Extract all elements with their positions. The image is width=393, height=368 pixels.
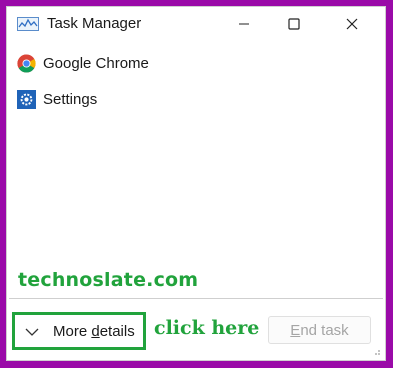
watermark-text: technoslate.com	[18, 269, 199, 291]
end-task-label: End task	[290, 321, 349, 339]
settings-gear-icon	[17, 89, 36, 109]
more-details-label: More details	[53, 323, 135, 340]
process-list: Google Chrome Settings	[7, 45, 385, 117]
task-manager-window: Task Manager Google Chrome Settings tech…	[6, 6, 386, 361]
title-bar[interactable]: Task Manager	[7, 7, 385, 41]
chevron-down-icon	[25, 328, 39, 336]
footer-divider	[9, 298, 383, 299]
more-details-button[interactable]: More details	[12, 312, 146, 350]
end-task-button[interactable]: End task	[268, 316, 371, 344]
screenshot-frame: Task Manager Google Chrome Settings tech…	[0, 0, 393, 368]
maximize-icon	[288, 18, 300, 30]
close-icon	[346, 18, 358, 30]
task-manager-graph-icon	[17, 17, 39, 31]
process-label: Settings	[43, 90, 98, 108]
minimize-icon	[239, 23, 249, 25]
close-button[interactable]	[329, 7, 375, 41]
maximize-button[interactable]	[271, 7, 317, 41]
process-label: Google Chrome	[43, 54, 149, 72]
click-here-annotation: click here	[154, 317, 260, 339]
window-title: Task Manager	[47, 15, 142, 32]
minimize-button[interactable]	[221, 7, 267, 41]
process-item-google-chrome[interactable]: Google Chrome	[7, 45, 385, 81]
process-item-settings[interactable]: Settings	[7, 81, 385, 117]
chrome-icon	[17, 53, 36, 73]
resize-grip-icon[interactable]	[371, 346, 381, 356]
